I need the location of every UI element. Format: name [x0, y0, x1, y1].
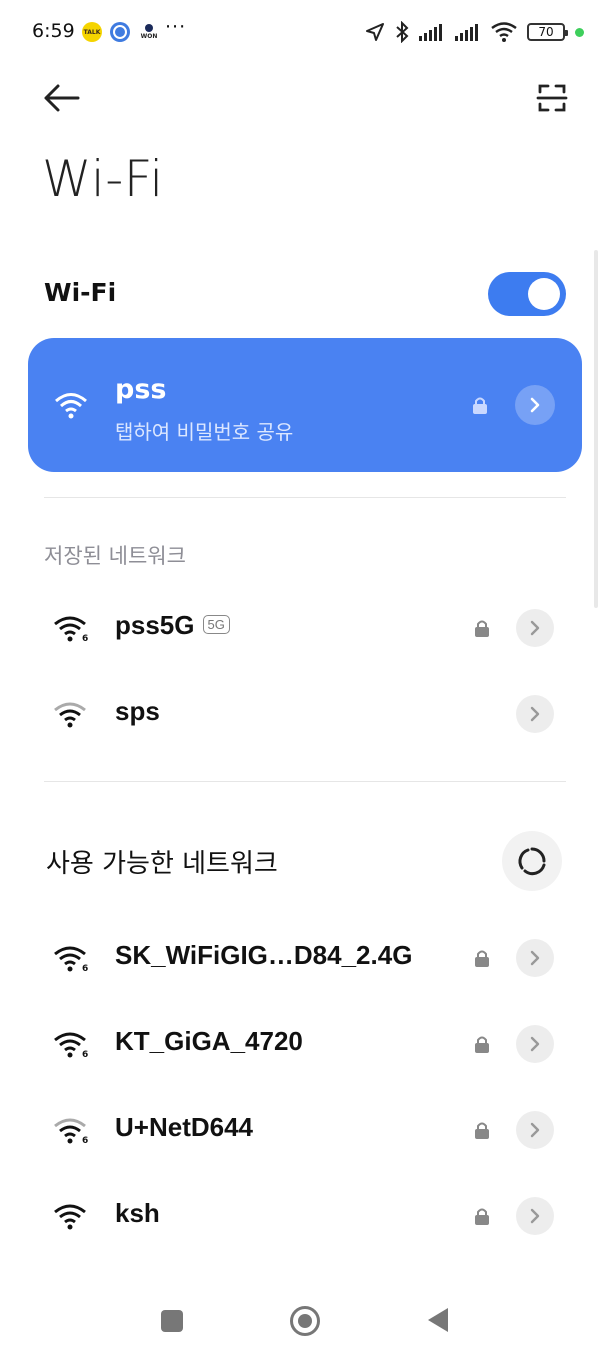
svg-text:6: 6 — [82, 964, 88, 972]
wifi-6-signal-icon: 6 — [54, 1118, 88, 1144]
network-row-pss5g[interactable]: 6 pss5G 5G — [0, 588, 610, 668]
more-notifications-icon: ··· — [165, 16, 187, 38]
chevron-right-icon — [530, 620, 540, 636]
network-row-ksh[interactable]: ksh — [0, 1176, 610, 1256]
network-ssid: sps — [115, 696, 160, 726]
signal-icon — [419, 24, 442, 41]
network-details-button[interactable] — [516, 609, 554, 647]
refresh-button[interactable] — [502, 831, 562, 891]
saved-networks-header: 저장된 네트워크 — [44, 544, 186, 568]
status-bar: 6:59 TALK WON ··· 70 — [0, 0, 610, 64]
network-details-button[interactable] — [516, 695, 554, 733]
chevron-right-icon — [530, 950, 540, 966]
divider — [44, 497, 566, 498]
network-row-sps[interactable]: sps — [0, 674, 610, 754]
connected-network-card[interactable]: pss 탭하여 비밀번호 공유 — [28, 338, 582, 472]
svg-text:6: 6 — [82, 634, 88, 642]
network-ssid: U+NetD644 — [115, 1112, 254, 1142]
chevron-right-icon — [530, 1036, 540, 1052]
bluetooth-icon — [396, 21, 409, 43]
svg-text:6: 6 — [82, 1050, 88, 1058]
wifi-6-signal-icon: 6 — [54, 1032, 88, 1058]
network-details-button[interactable] — [516, 1197, 554, 1235]
arrow-left-icon — [44, 84, 80, 112]
wifi-status-icon — [491, 22, 517, 42]
system-navigation-bar — [0, 1286, 610, 1356]
lock-icon — [475, 1036, 489, 1053]
lock-icon — [473, 397, 487, 414]
svg-text:6: 6 — [82, 1136, 88, 1144]
divider — [44, 781, 566, 782]
battery-icon: 70 — [527, 23, 568, 41]
network-details-button[interactable] — [516, 939, 554, 977]
status-time: 6:59 — [32, 20, 75, 42]
network-details-button[interactable] — [516, 1111, 554, 1149]
connected-ssid: pss — [115, 374, 167, 405]
network-ssid: KT_GiGA_4720 — [115, 1026, 303, 1056]
lock-icon — [475, 1208, 489, 1225]
back-button[interactable] — [40, 78, 84, 118]
signal-icon-2 — [455, 24, 478, 41]
network-details-button[interactable] — [515, 385, 555, 425]
page-title: Wi-Fi — [42, 150, 164, 208]
network-ssid: pss5G 5G — [115, 610, 230, 641]
chevron-right-icon — [530, 706, 540, 722]
privacy-dot-icon — [575, 27, 584, 37]
chevron-right-icon — [530, 1208, 540, 1224]
toggle-knob — [528, 278, 560, 310]
lock-icon — [475, 1122, 489, 1139]
wifi-toggle[interactable] — [488, 272, 566, 316]
scan-icon — [536, 84, 568, 112]
recent-apps-button[interactable] — [161, 1310, 183, 1332]
wifi-6-signal-icon: 6 — [54, 616, 88, 642]
system-back-button[interactable] — [428, 1308, 448, 1332]
chrome-icon — [110, 22, 130, 42]
network-ssid: SK_WiFiGIG…D84_2.4G — [115, 940, 413, 970]
wifi-signal-icon — [55, 393, 87, 419]
network-ssid: ksh — [115, 1198, 160, 1228]
wifi-6-signal-icon: 6 — [54, 946, 88, 972]
wifi-signal-icon — [54, 1204, 86, 1230]
location-icon — [366, 23, 384, 41]
lock-icon — [475, 950, 489, 967]
chevron-right-icon — [530, 397, 540, 413]
lock-icon — [475, 620, 489, 637]
network-row-sk-wifigig[interactable]: 6 SK_WiFiGIG…D84_2.4G — [0, 918, 610, 998]
kakaotalk-icon: TALK — [82, 22, 102, 42]
won-icon: WON — [139, 22, 159, 42]
home-button[interactable] — [290, 1306, 320, 1336]
qr-scan-button[interactable] — [530, 78, 574, 118]
network-row-kt-giga[interactable]: 6 KT_GiGA_4720 — [0, 1004, 610, 1084]
wifi-toggle-label: Wi-Fi — [44, 278, 117, 307]
refresh-icon — [518, 847, 546, 876]
network-row-unet[interactable]: 6 U+NetD644 — [0, 1090, 610, 1170]
network-details-button[interactable] — [516, 1025, 554, 1063]
chevron-right-icon — [530, 1122, 540, 1138]
scrollbar[interactable] — [594, 250, 598, 608]
share-password-hint: 탭하여 비밀번호 공유 — [115, 420, 294, 444]
available-networks-header: 사용 가능한 네트워크 — [46, 849, 278, 879]
band-badge: 5G — [202, 614, 230, 634]
wifi-signal-icon — [54, 702, 86, 728]
